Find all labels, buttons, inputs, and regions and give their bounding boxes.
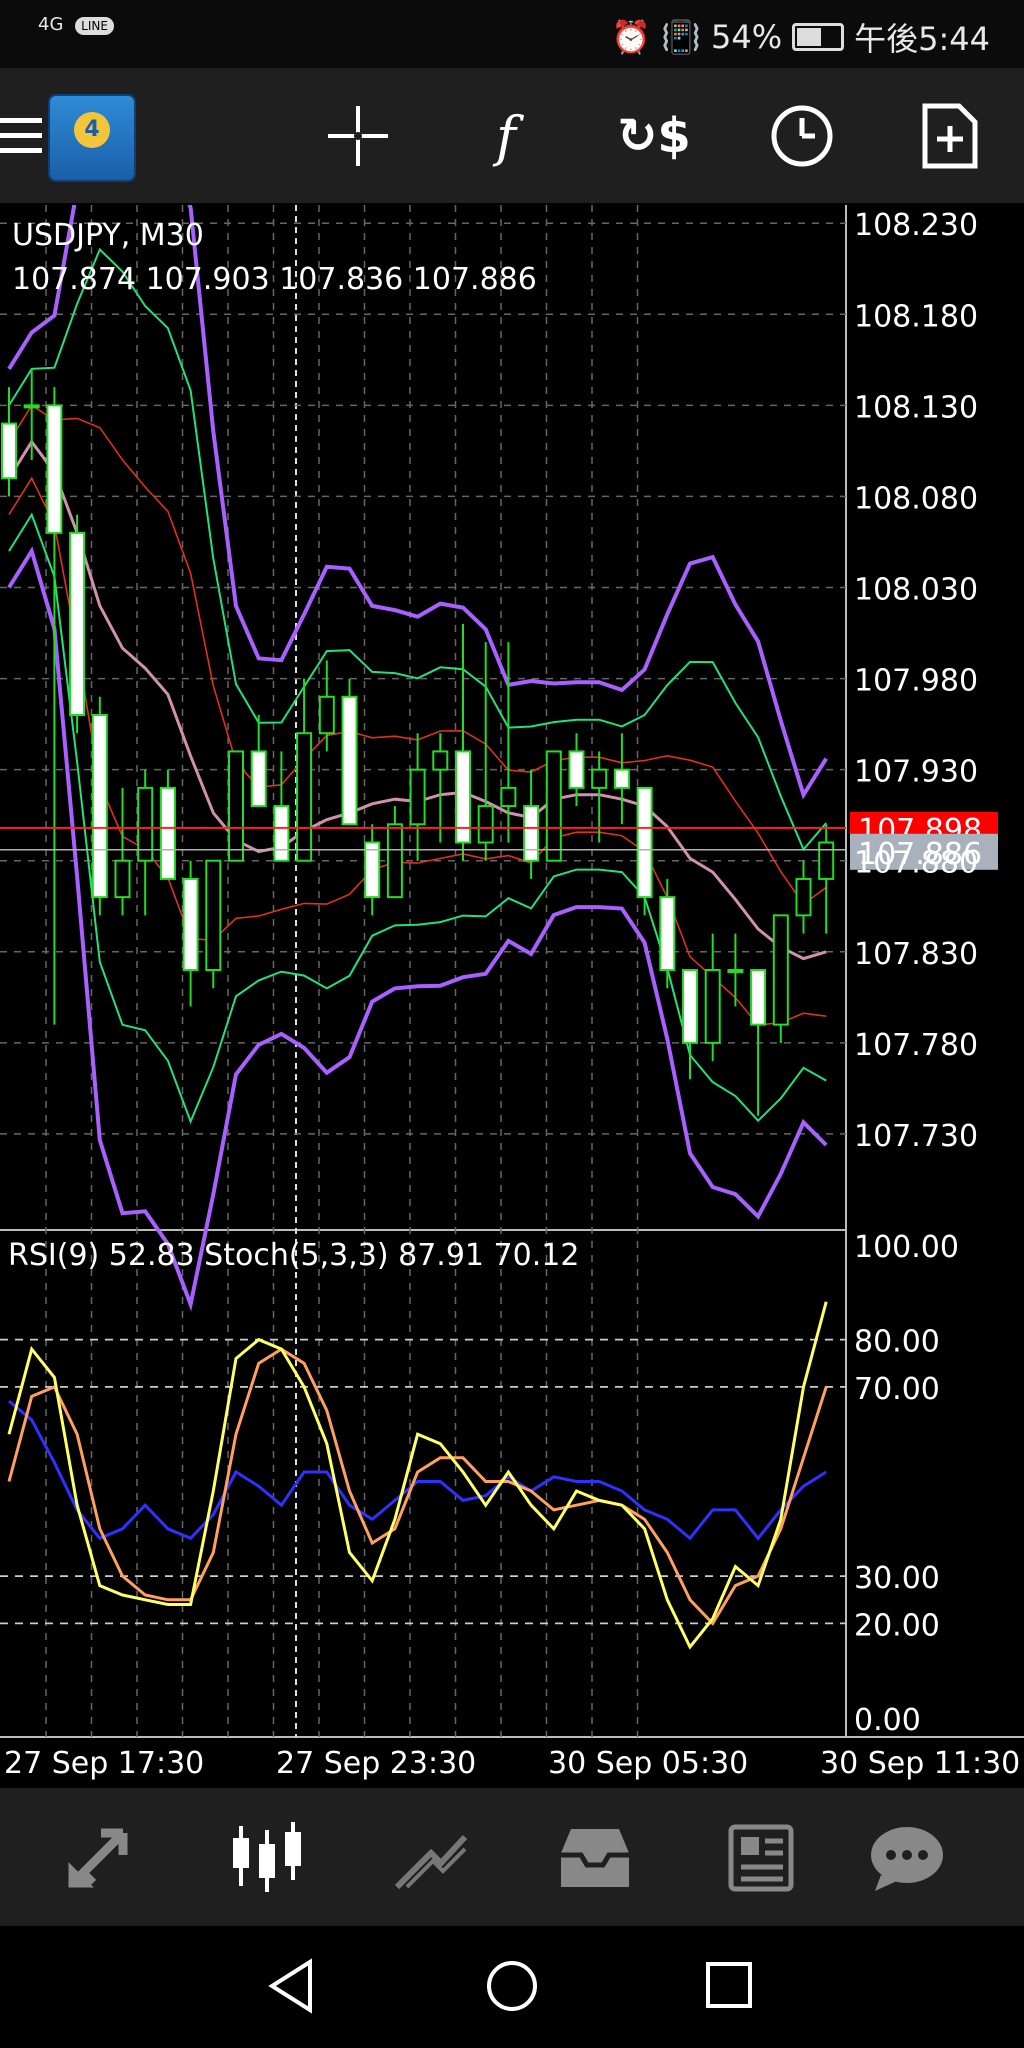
rsi-line (8, 1399, 827, 1541)
candle-body (636, 786, 653, 899)
chart-svg[interactable]: 107.898107.886 108.230108.180108.130108.… (0, 68, 1024, 1785)
price-tick-label: 108.080 (854, 481, 978, 516)
stochastic-signal-line (7, 1347, 828, 1626)
candle-body (750, 969, 767, 1026)
alarm-icon: ⏰ (611, 18, 652, 56)
new-order-icon[interactable] (910, 96, 990, 176)
candle-body (341, 695, 358, 826)
candle-body (523, 805, 540, 862)
candle-body (46, 404, 63, 534)
home-icon[interactable] (482, 1956, 542, 2016)
clock: 午後5:44 (854, 20, 990, 58)
network-indicator: 4G LINE (38, 14, 114, 35)
price-tick-label: 108.030 (854, 573, 978, 608)
oscillator-tick-label: 0.00 (854, 1703, 921, 1738)
time-axis: 27 Sep 17:30 27 Sep 23:30 30 Sep 05:30 30 S… (4, 1746, 1020, 1781)
candle-body (772, 914, 789, 1026)
candle-body (159, 786, 176, 880)
status-right: ⏰ 📳 54% 午後5:44 (611, 14, 990, 60)
chart-tab-icon[interactable] (222, 1818, 312, 1898)
price-tick-label: 107.880 (854, 846, 978, 881)
candle-body (205, 859, 222, 972)
candle-body (114, 859, 131, 899)
bollinger-outer-lower (7, 546, 828, 1312)
toolbar: f ↻$ (0, 68, 1024, 203)
price-tick-label: 107.930 (854, 755, 978, 790)
system-nav (0, 1926, 1024, 2048)
battery-icon (792, 23, 845, 51)
network-type: 4G (38, 14, 64, 35)
candles (1, 368, 835, 1116)
oscillator-plot (7, 1301, 828, 1650)
candle-body (318, 695, 335, 735)
time-tick-label: 30 Sep 11:30 (820, 1746, 1020, 1781)
candle-body (364, 841, 381, 899)
app-logo-icon[interactable]: 4 (48, 94, 136, 182)
price-tick-label: 108.230 (854, 208, 978, 243)
price-tick-label: 107.980 (854, 664, 978, 699)
price-tick-label: 107.780 (854, 1028, 978, 1063)
bottom-nav (0, 1788, 1024, 1926)
time-tick-label: 30 Sep 05:30 (548, 1746, 748, 1781)
candle-body (795, 877, 812, 917)
symbol-label: USDJPY, M30 (12, 218, 204, 253)
line-badge: LINE (75, 17, 114, 35)
time-tick-label: 27 Sep 23:30 (276, 1746, 476, 1781)
candle-body (296, 732, 313, 862)
history-icon[interactable] (550, 1818, 640, 1898)
candle-body (727, 969, 744, 973)
trade-tab-icon[interactable] (386, 1818, 476, 1898)
candle-body (91, 714, 108, 899)
status-bar: 4G LINE ⏰ 📳 54% 午後5:44 (0, 0, 1024, 68)
candle-body (182, 877, 199, 972)
oscillator-tick-label: 70.00 (854, 1372, 940, 1407)
battery-percent: 54% (711, 18, 783, 56)
quotes-icon[interactable] (58, 1818, 148, 1898)
indicators-icon[interactable]: f (466, 96, 546, 176)
candle-body (250, 750, 267, 808)
candle-body (23, 404, 40, 409)
moving-average-line (7, 439, 827, 961)
oscillator-tick-label: 30.00 (854, 1561, 940, 1596)
candle-body (682, 969, 698, 1044)
price-tick-label: 108.180 (854, 299, 978, 334)
oscillator-tick-label: 100.00 (854, 1230, 959, 1265)
oscillator-tick-label: 80.00 (854, 1325, 940, 1360)
candle-body (704, 969, 721, 1044)
ohlc-label: 107.874 107.903 107.836 107.886 (12, 262, 537, 297)
candle-body (69, 531, 86, 716)
recents-icon[interactable] (700, 1956, 760, 2016)
candle-body (432, 750, 449, 771)
candle-body (545, 750, 562, 862)
chart-area[interactable]: 107.898 107.886 108.230 108.180 108.130 108.… (0, 68, 1024, 1785)
vibrate-icon: 📳 (661, 18, 701, 56)
price-tick-label: 107.730 (854, 1119, 978, 1154)
time-tick-label: 27 Sep 17:30 (4, 1746, 204, 1781)
price-tick-label: 107.830 (854, 937, 978, 972)
candle-body (591, 768, 608, 789)
candle-body (477, 805, 494, 844)
candle-body (409, 768, 426, 826)
trade-icon[interactable]: ↻$ (614, 96, 694, 176)
candle-body (659, 896, 676, 972)
oscillator-tick-label: 20.00 (854, 1608, 940, 1643)
news-icon[interactable] (714, 1818, 804, 1898)
price-axis: 108.230 108.180 108.130 108.080 108.030 107.9… (854, 208, 978, 1738)
candle-body (273, 805, 290, 862)
back-icon[interactable] (262, 1956, 322, 2016)
chat-icon[interactable] (862, 1818, 952, 1898)
oscillator-label: RSI(9) 52.83 Stoch(5,3,3) 87.91 70.12 (8, 1238, 579, 1273)
crosshair-icon[interactable] (318, 96, 398, 176)
candle-body (568, 750, 585, 789)
price-tick-label: 108.130 (854, 390, 978, 425)
candle-body (500, 786, 517, 808)
candle-body (613, 768, 630, 789)
candle-body (386, 823, 403, 899)
timeframe-icon[interactable] (762, 96, 842, 176)
candle-body (1, 422, 17, 480)
candle-body (228, 750, 244, 862)
candle-body (818, 841, 835, 880)
